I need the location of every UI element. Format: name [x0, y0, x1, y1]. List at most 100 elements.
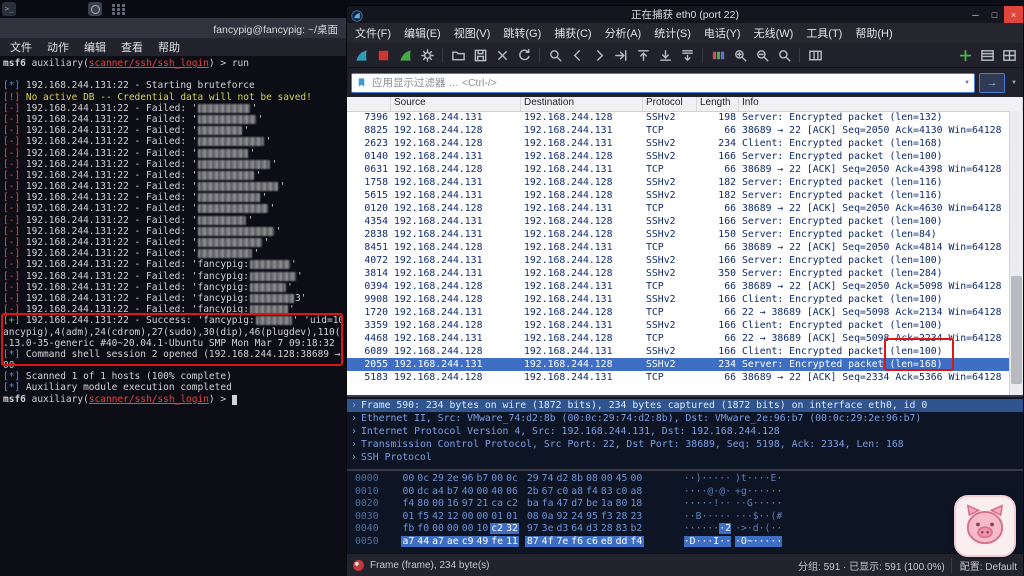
maximize-button[interactable]: □	[985, 6, 1004, 23]
filter-dropdown-icon[interactable]: ▼	[964, 80, 970, 86]
expert-info-icon[interactable]	[353, 560, 364, 571]
packet-row[interactable]: 1720192.168.244.131192.168.244.128TCP662…	[347, 306, 1010, 319]
plus-button-icon[interactable]	[955, 45, 975, 65]
packet-row[interactable]: 5183192.168.244.128192.168.244.131TCP663…	[347, 371, 1010, 384]
expand-arrow-icon[interactable]: ›	[347, 400, 361, 411]
save-file-icon[interactable]	[470, 45, 490, 65]
colorize-icon[interactable]	[708, 45, 728, 65]
packet-row[interactable]: 9908192.168.244.128192.168.244.131SSHv21…	[347, 293, 1010, 306]
hex-row[interactable]: 001000dca4b7400040062b67c0a8f483c0a8····…	[347, 486, 1023, 499]
autoscroll-icon[interactable]	[677, 45, 697, 65]
expand-arrow-icon[interactable]: ›	[347, 413, 361, 424]
filter-expression-icon[interactable]: ▼	[1009, 80, 1019, 86]
open-file-icon[interactable]	[448, 45, 468, 65]
detail-row[interactable]: ›Frame 590: 234 bytes on wire (1872 bits…	[347, 399, 1023, 412]
column-length[interactable]: Length	[697, 97, 739, 111]
go-back-icon[interactable]	[567, 45, 587, 65]
hex-bytes[interactable]: 00dca4b7400040062b67c0a8f483c0a8	[401, 486, 644, 499]
expand-arrow-icon[interactable]: ›	[347, 439, 361, 450]
terminal-content[interactable]: msf6 auxiliary(scanner/ssh/ssh_login) > …	[0, 56, 346, 565]
menu-item-1[interactable]: 编辑(E)	[404, 25, 441, 41]
menu-item-3[interactable]: 跳转(G)	[503, 25, 541, 41]
hex-ascii[interactable]: ····@·@·+g······	[684, 486, 783, 499]
find-packet-icon[interactable]	[545, 45, 565, 65]
column-info[interactable]: Info	[739, 97, 1023, 111]
packet-row[interactable]: 0394192.168.244.128192.168.244.131TCP663…	[347, 280, 1010, 293]
apply-filter-button[interactable]: →	[979, 73, 1005, 93]
detail-row[interactable]: ›Ethernet II, Src: VMware_74:d2:8b (00:0…	[347, 412, 1023, 425]
zoom-in-icon[interactable]	[730, 45, 750, 65]
packet-row[interactable]: 4354192.168.244.131192.168.244.128SSHv21…	[347, 215, 1010, 228]
minimize-button[interactable]: ─	[966, 6, 985, 23]
menu-item-0[interactable]: 文件(F)	[355, 25, 391, 41]
hex-ascii[interactable]: ·······2·>·d·(··	[684, 523, 783, 536]
terminal-menu-item-2[interactable]: 编辑	[84, 39, 106, 55]
terminal-menu-item-4[interactable]: 帮助	[158, 39, 180, 55]
packet-row[interactable]: 2838192.168.244.131192.168.244.128SSHv21…	[347, 228, 1010, 241]
column-source[interactable]: Source	[391, 97, 521, 111]
packet-row[interactable]: 0140192.168.244.131192.168.244.128SSHv21…	[347, 150, 1010, 163]
hex-ascii[interactable]: ·····!····G·····	[684, 498, 783, 511]
packet-row[interactable]: 3359192.168.244.128192.168.244.131SSHv21…	[347, 319, 1010, 332]
table-1-icon[interactable]	[977, 45, 997, 65]
hex-ascii[interactable]: ··)·····)t····E·	[684, 473, 783, 486]
packet-row[interactable]: 8451192.168.244.128192.168.244.131TCP663…	[347, 241, 1010, 254]
hex-bytes[interactable]: fbf000000010c232973ed364d32883b2	[401, 523, 644, 536]
terminal-menu-item-0[interactable]: 文件	[10, 39, 32, 55]
bookmark-icon[interactable]	[356, 77, 367, 88]
camera-icon[interactable]	[88, 2, 102, 16]
zoom-reset-icon[interactable]	[774, 45, 794, 65]
hex-bytes[interactable]: a744a7aec949fe11874f7ef6c6e8ddf4	[401, 536, 644, 549]
packet-row[interactable]: 5615192.168.244.131192.168.244.128SSHv21…	[347, 189, 1010, 202]
packet-row[interactable]: 2623192.168.244.128192.168.244.131SSHv22…	[347, 137, 1010, 150]
column-destination[interactable]: Destination	[521, 97, 643, 111]
table-2-icon[interactable]	[999, 45, 1019, 65]
hex-ascii[interactable]: ·D···I···O~·····	[684, 536, 783, 549]
hex-bytes[interactable]: f48000169721cac2bafa47d7be1a8018	[401, 498, 644, 511]
hex-row[interactable]: 0000000c292e96b7000c2974d28b08004500··)·…	[347, 473, 1023, 486]
capture-start-icon[interactable]	[351, 45, 371, 65]
zoom-out-icon[interactable]	[752, 45, 772, 65]
hex-row[interactable]: 003001f5421200000101080a922495f32823··B·…	[347, 511, 1023, 524]
menu-item-4[interactable]: 捕获(C)	[554, 25, 591, 41]
close-file-icon[interactable]	[492, 45, 512, 65]
menu-item-7[interactable]: 电话(Y)	[704, 25, 741, 41]
scrollbar-thumb[interactable]	[1011, 276, 1022, 384]
go-to-packet-icon[interactable]	[611, 45, 631, 65]
packet-row[interactable]: 2055192.168.244.131192.168.244.128SSHv22…	[347, 358, 1010, 371]
menu-item-6[interactable]: 统计(S)	[654, 25, 691, 41]
hex-ascii[interactable]: ··B········$··(#	[684, 511, 783, 524]
capture-restart-icon[interactable]	[395, 45, 415, 65]
reload-icon[interactable]	[514, 45, 534, 65]
menu-item-5[interactable]: 分析(A)	[605, 25, 642, 41]
packet-row[interactable]: 4468192.168.244.131192.168.244.128TCP662…	[347, 332, 1010, 345]
expand-arrow-icon[interactable]: ›	[347, 452, 361, 463]
menu-item-2[interactable]: 视图(V)	[454, 25, 491, 41]
hex-row[interactable]: 0040fbf000000010c232973ed364d32883b2····…	[347, 523, 1023, 536]
hex-row[interactable]: 0020f48000169721cac2bafa47d7be1a8018····…	[347, 498, 1023, 511]
packet-row[interactable]: 1758192.168.244.131192.168.244.128SSHv21…	[347, 176, 1010, 189]
column-protocol[interactable]: Protocol	[643, 97, 697, 111]
hex-row[interactable]: 0050a744a7aec949fe11874f7ef6c6e8ddf4·D··…	[347, 536, 1023, 549]
hex-bytes[interactable]: 01f5421200000101080a922495f32823	[401, 511, 644, 524]
terminal-menu-item-1[interactable]: 动作	[47, 39, 69, 55]
packet-row[interactable]: 0631192.168.244.128192.168.244.131TCP663…	[347, 163, 1010, 176]
close-button[interactable]: ×	[1004, 6, 1023, 23]
menu-item-9[interactable]: 工具(T)	[806, 25, 842, 41]
wireshark-titlebar[interactable]: 正在捕获 eth0 (port 22) ─ □ ×	[347, 6, 1023, 23]
packet-row[interactable]: 7396192.168.244.131192.168.244.128SSHv21…	[347, 111, 1010, 124]
column-time[interactable]	[347, 97, 391, 111]
apps-grid-icon[interactable]	[112, 2, 126, 16]
packet-row[interactable]: 3814192.168.244.131192.168.244.128SSHv23…	[347, 267, 1010, 280]
expand-arrow-icon[interactable]: ›	[347, 426, 361, 437]
capture-stop-icon[interactable]	[373, 45, 393, 65]
go-last-icon[interactable]	[655, 45, 675, 65]
packet-row[interactable]: 8825192.168.244.128192.168.244.131TCP663…	[347, 124, 1010, 137]
display-filter-input[interactable]: 应用显示过滤器 … <Ctrl-/> ▼	[351, 73, 975, 93]
menu-item-10[interactable]: 帮助(H)	[855, 25, 892, 41]
packet-row[interactable]: 6089192.168.244.128192.168.244.131SSHv21…	[347, 345, 1010, 358]
terminal-app-icon[interactable]: >_	[2, 2, 16, 16]
terminal-titlebar[interactable]: fancypig@fancypig: ~/桌面	[0, 18, 346, 38]
packet-list-header[interactable]: Source Destination Protocol Length Info	[347, 97, 1023, 112]
packet-row[interactable]: 4072192.168.244.131192.168.244.128SSHv21…	[347, 254, 1010, 267]
